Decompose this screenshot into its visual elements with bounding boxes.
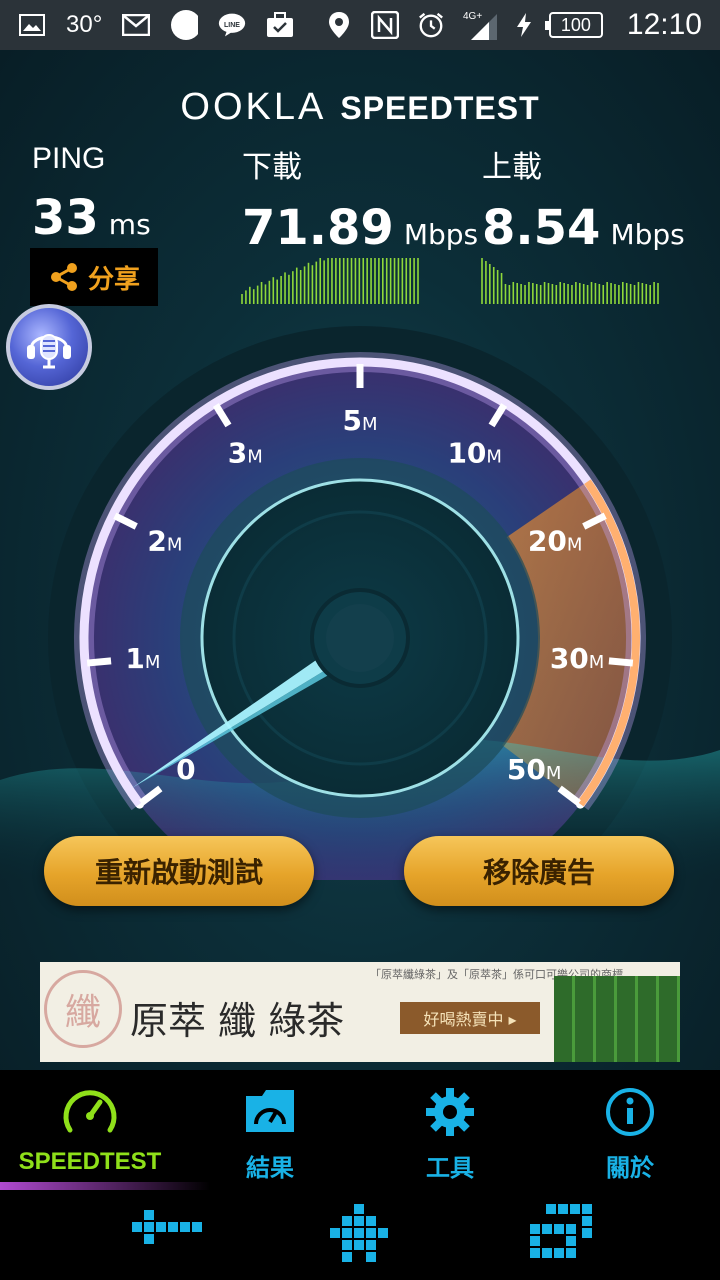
- remove-ads-button[interactable]: 移除廣告: [404, 836, 674, 906]
- nav-about-label: 關於: [606, 1154, 654, 1182]
- results-folder-icon: [246, 1090, 294, 1132]
- ping-label: PING: [32, 142, 106, 175]
- clock-time: 12:10: [626, 8, 702, 41]
- system-navigation-bar: [0, 1190, 720, 1280]
- download-value: 71.89: [242, 200, 394, 256]
- share-icon: [50, 263, 77, 291]
- nav-tools-tab[interactable]: 工具: [360, 1070, 540, 1190]
- ad-product-image: [554, 976, 680, 1062]
- gauge-tick: [86, 657, 112, 667]
- location-pin-icon: [325, 12, 353, 38]
- nav-results-tab[interactable]: 結果: [180, 1070, 360, 1190]
- upload-unit: Mbps: [610, 218, 685, 251]
- temperature-text: 30°: [66, 11, 103, 38]
- nav-about-tab[interactable]: 關於: [540, 1070, 720, 1190]
- logo-ookla-text: OOKLA: [180, 86, 327, 128]
- gmail-icon: [122, 12, 151, 38]
- ad-brand-text: 原萃 纖 綠茶: [130, 999, 345, 1043]
- advertisement-banner[interactable]: 纖 原萃 纖 綠茶 「原萃纖綠茶」及「原萃茶」係可口可樂公司的商標 好喝熱賣中 …: [40, 962, 680, 1062]
- upload-stat: 上載 8.54 Mbps: [482, 142, 685, 256]
- nfc-icon: [370, 11, 399, 39]
- bottom-navigation: SPEEDTEST 結果 工具 關於: [0, 1070, 720, 1190]
- share-label: 分享: [87, 264, 140, 295]
- charging-bolt-icon: [516, 12, 531, 38]
- back-button[interactable]: [132, 1210, 202, 1256]
- ping-unit: ms: [108, 208, 151, 241]
- upload-value: 8.54: [482, 200, 601, 256]
- signal-strength-icon: 4G+: [463, 11, 499, 40]
- line-app-icon: LINE: [218, 12, 246, 38]
- briefcase-check-icon: [266, 12, 294, 38]
- download-unit: Mbps: [403, 218, 479, 251]
- ping-stat: PING 33 ms: [32, 142, 151, 246]
- svg-text:LINE: LINE: [224, 22, 240, 29]
- ad-stamp-logo: 纖: [44, 970, 122, 1048]
- restart-test-button[interactable]: 重新啟動測試: [44, 836, 314, 906]
- gauge-tick: [608, 657, 634, 667]
- upload-sparkline: [481, 258, 659, 304]
- logo-speedtest-text: SPEEDTEST: [340, 90, 540, 126]
- alarm-icon: [417, 12, 445, 38]
- download-sparkline: [241, 258, 419, 304]
- share-button[interactable]: 分享: [30, 248, 158, 306]
- nav-results-label: 結果: [246, 1154, 294, 1182]
- ping-value: 33: [32, 190, 99, 246]
- ad-cta-label: 好喝熱賣中 ▸: [400, 1002, 540, 1034]
- speedometer-icon: [63, 1090, 117, 1133]
- nav-speedtest-label: SPEEDTEST: [18, 1148, 162, 1175]
- speedtest-app: OOKLA SPEEDTEST PING 33 ms 下載 71.89 Mbps 上載…: [0, 50, 720, 1070]
- gear-icon: [426, 1088, 474, 1136]
- battery-indicator: 100: [544, 12, 603, 38]
- nav-tools-label: 工具: [426, 1154, 474, 1182]
- upload-label: 上載: [482, 151, 542, 184]
- recent-apps-button[interactable]: [530, 1204, 592, 1258]
- info-icon: [606, 1088, 654, 1136]
- ookla-speedtest-logo: OOKLA SPEEDTEST: [0, 86, 720, 129]
- status-bar: 30° LINE 4G+ 100 12:10: [0, 0, 720, 50]
- download-label: 下載: [242, 151, 302, 184]
- circle-notification-icon: [170, 10, 199, 40]
- nav-speedtest-tab[interactable]: SPEEDTEST: [0, 1070, 210, 1190]
- speed-gauge: 01M2M3M5M10M20M30M50M: [0, 326, 720, 880]
- download-stat: 下載 71.89 Mbps: [242, 142, 478, 256]
- network-type-label: 4G+: [463, 11, 482, 22]
- home-button[interactable]: [330, 1204, 388, 1262]
- image-notification-icon: [18, 12, 46, 38]
